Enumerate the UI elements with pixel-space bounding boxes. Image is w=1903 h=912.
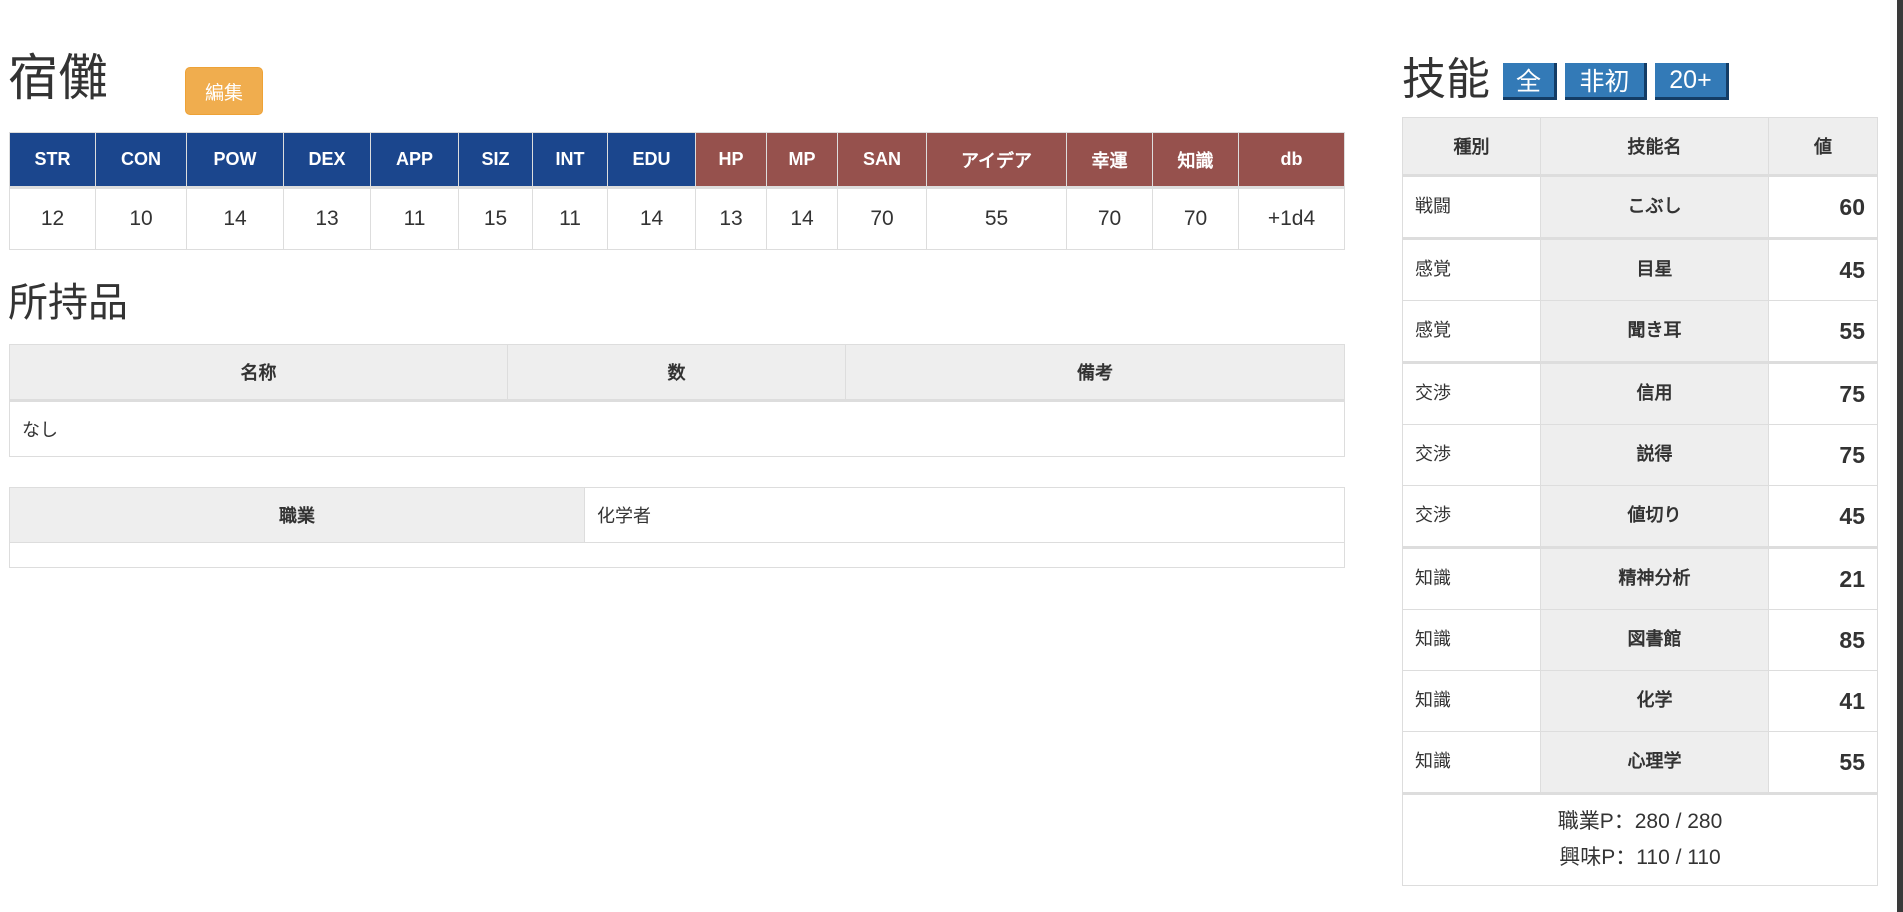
stats-header-row: STR CON POW DEX APP SIZ INT EDU HP MP SA… xyxy=(9,132,1345,189)
stat-header: db xyxy=(1238,132,1345,189)
items-heading: 所持品 xyxy=(8,281,128,325)
skill-category: 交渉 xyxy=(1402,485,1541,548)
skill-value: 55 xyxy=(1768,300,1878,363)
skill-name: 説得 xyxy=(1540,424,1769,486)
skill-value: 21 xyxy=(1768,546,1878,610)
skill-name: 値切り xyxy=(1540,485,1769,548)
stat-header: STR xyxy=(9,132,96,189)
skills-header-value: 値 xyxy=(1768,117,1878,177)
skill-category: 感覚 xyxy=(1402,237,1541,301)
stat-value: 70 xyxy=(837,187,927,250)
stat-header: 幸運 xyxy=(1066,132,1153,189)
skill-row: 交渉 値切り 45 xyxy=(1402,485,1878,548)
skill-value: 55 xyxy=(1768,731,1878,794)
skill-row: 知識 図書館 85 xyxy=(1402,609,1878,671)
skill-value: 45 xyxy=(1768,485,1878,548)
occupation-points: 職業P：280 / 280 xyxy=(1557,810,1723,833)
stat-header: SAN xyxy=(837,132,927,189)
skills-table: 種別 技能名 値 戦闘 こぶし 60 感覚 目星 45 感覚 聞き耳 55 交渉 信用 75 交… xyxy=(1402,117,1878,886)
skill-row: 知識 心理学 55 xyxy=(1402,731,1878,794)
skill-category: 知識 xyxy=(1402,546,1541,610)
stat-value: 14 xyxy=(186,187,284,250)
skill-category: 知識 xyxy=(1402,670,1541,732)
items-empty: なし xyxy=(9,400,1345,457)
skill-name: こぶし xyxy=(1540,175,1769,239)
interest-points: 興味P：110 / 110 xyxy=(1559,846,1721,869)
skill-row: 交渉 信用 75 xyxy=(1402,361,1878,425)
stat-value: 70 xyxy=(1066,187,1153,250)
skill-points-row: 職業P：280 / 280 興味P：110 / 110 xyxy=(1402,792,1878,886)
skill-name: 目星 xyxy=(1540,237,1769,301)
scrollbar[interactable] xyxy=(1897,0,1903,912)
occupation-label: 職業 xyxy=(9,487,585,543)
edit-button[interactable]: 編集 xyxy=(185,67,263,115)
stat-value: 10 xyxy=(95,187,187,250)
items-header-count: 数 xyxy=(507,344,846,402)
stat-header: MP xyxy=(766,132,838,189)
stat-header: EDU xyxy=(607,132,696,189)
skill-category: 知識 xyxy=(1402,609,1541,671)
skill-category: 交渉 xyxy=(1402,361,1541,425)
stat-header: 知識 xyxy=(1152,132,1239,189)
stat-value: 13 xyxy=(695,187,767,250)
skill-row: 感覚 目星 45 xyxy=(1402,237,1878,301)
skill-category: 戦闘 xyxy=(1402,175,1541,239)
skill-value: 45 xyxy=(1768,237,1878,301)
skill-category: 交渉 xyxy=(1402,424,1541,486)
filter-non-initial-button[interactable]: 非初 xyxy=(1565,63,1647,100)
stat-header: SIZ xyxy=(458,132,533,189)
stat-header: POW xyxy=(186,132,284,189)
skill-name: 聞き耳 xyxy=(1540,300,1769,363)
stat-value: 11 xyxy=(370,187,459,250)
stat-header: APP xyxy=(370,132,459,189)
occupation-value: 化学者 xyxy=(584,487,1345,543)
skill-name: 信用 xyxy=(1540,361,1769,425)
skills-header-name: 技能名 xyxy=(1540,117,1769,177)
skill-category: 感覚 xyxy=(1402,300,1541,363)
items-header-note: 備考 xyxy=(845,344,1345,402)
character-name: 宿儺 xyxy=(8,50,108,106)
skill-name: 心理学 xyxy=(1540,731,1769,794)
skill-value: 75 xyxy=(1768,424,1878,486)
skill-row: 感覚 聞き耳 55 xyxy=(1402,300,1878,363)
skill-row: 戦闘 こぶし 60 xyxy=(1402,175,1878,239)
stat-value: 55 xyxy=(926,187,1067,250)
filter-20plus-button[interactable]: 20+ xyxy=(1655,63,1729,100)
skill-row: 知識 精神分析 21 xyxy=(1402,546,1878,610)
skills-header-category: 種別 xyxy=(1402,117,1541,177)
stat-header: CON xyxy=(95,132,187,189)
stat-value: 14 xyxy=(607,187,696,250)
stats-table: STR CON POW DEX APP SIZ INT EDU HP MP SA… xyxy=(9,132,1345,250)
skill-name: 図書館 xyxy=(1540,609,1769,671)
stat-header: HP xyxy=(695,132,767,189)
stat-value: 13 xyxy=(283,187,371,250)
skill-value: 41 xyxy=(1768,670,1878,732)
filter-all-button[interactable]: 全 xyxy=(1503,63,1557,100)
skills-heading: 技能 xyxy=(1402,55,1490,104)
stat-header: DEX xyxy=(283,132,371,189)
occupation-table: 職業 化学者 xyxy=(9,487,1345,568)
stat-value: 12 xyxy=(9,187,96,250)
skill-category: 知識 xyxy=(1402,731,1541,794)
items-table: 名称 数 備考 なし xyxy=(9,344,1345,457)
skill-row: 知識 化学 41 xyxy=(1402,670,1878,732)
skill-value: 60 xyxy=(1768,175,1878,239)
skill-row: 交渉 説得 75 xyxy=(1402,424,1878,486)
occupation-empty-row xyxy=(9,542,1345,568)
stats-value-row: 12 10 14 13 11 15 11 14 13 14 70 55 70 7… xyxy=(9,187,1345,250)
stat-header: INT xyxy=(532,132,608,189)
stat-header: アイデア xyxy=(926,132,1067,189)
skill-value: 85 xyxy=(1768,609,1878,671)
skill-value: 75 xyxy=(1768,361,1878,425)
skill-name: 化学 xyxy=(1540,670,1769,732)
stat-value: 11 xyxy=(532,187,608,250)
skill-name: 精神分析 xyxy=(1540,546,1769,610)
items-header-name: 名称 xyxy=(9,344,508,402)
stat-value: 70 xyxy=(1152,187,1239,250)
stat-value: +1d4 xyxy=(1238,187,1345,250)
skill-points: 職業P：280 / 280 興味P：110 / 110 xyxy=(1402,792,1878,886)
stat-value: 15 xyxy=(458,187,533,250)
stat-value: 14 xyxy=(766,187,838,250)
